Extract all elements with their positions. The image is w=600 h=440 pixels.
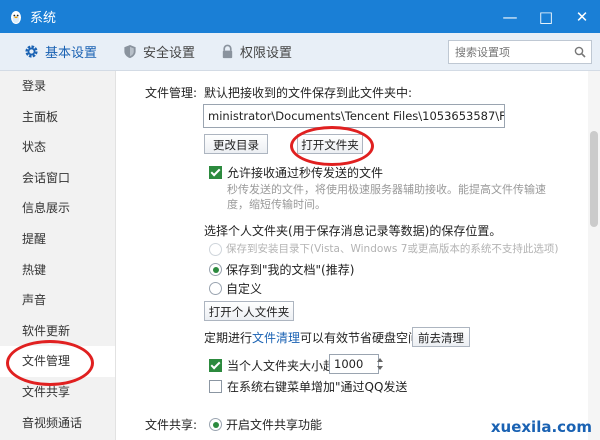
tab-security-settings[interactable]: 安全设置 xyxy=(113,33,205,70)
shield-icon xyxy=(124,44,136,59)
enable-file-sharing-label: 开启文件共享功能 xyxy=(226,418,323,432)
receive-folder-path-field[interactable]: ministrator\Documents\Tencent Files\1053… xyxy=(203,104,505,128)
cleanup-prefix: 定期进行 xyxy=(204,331,253,345)
window-controls: — □ ✕ xyxy=(492,0,600,33)
go-cleanup-button[interactable]: 前去清理 xyxy=(412,327,470,347)
scrollbar-thumb[interactable] xyxy=(590,131,598,227)
context-menu-label: 在系统右键菜单增加"通过QQ发送 xyxy=(227,380,408,394)
sidebar-item-login[interactable]: 登录 xyxy=(0,71,115,102)
tab-label: 权限设置 xyxy=(240,46,293,61)
tab-label: 基本设置 xyxy=(45,46,98,61)
flash-transfer-description-line1: 秒传发送的文件，将使用极速服务器辅助接收。能提高文件传输速 xyxy=(227,183,546,196)
open-personal-folder-button[interactable]: 打开个人文件夹 xyxy=(204,301,294,321)
save-my-documents-radio[interactable] xyxy=(209,263,222,276)
content-scrollbar[interactable] xyxy=(588,71,600,440)
sidebar-item-sound[interactable]: 声音 xyxy=(0,285,115,316)
settings-tab-bar: 基本设置 安全设置 权限设置 xyxy=(0,33,600,71)
highlight-ellipse-open-folder xyxy=(290,126,374,166)
minimize-button[interactable]: — xyxy=(492,0,528,33)
change-directory-button[interactable]: 更改目录 xyxy=(204,134,268,154)
save-location-description: 默认把接收到的文件保存到此文件夹中: xyxy=(204,86,413,100)
size-limit-checkbox[interactable] xyxy=(209,359,222,372)
context-menu-checkbox[interactable] xyxy=(209,380,222,393)
save-install-dir-label: 保存到安装目录下(Vista、Windows 7或更高版本的系统不支持此选项) xyxy=(226,243,559,255)
tab-label: 安全设置 xyxy=(143,46,196,61)
allow-flash-transfer-label: 允许接收通过秒传发送的文件 xyxy=(227,166,384,180)
custom-location-radio[interactable] xyxy=(209,282,222,295)
window-title: 系统 xyxy=(30,11,57,26)
maximize-button[interactable]: □ xyxy=(528,0,564,33)
personal-folder-title: 选择个人文件夹(用于保存消息记录等数据)的保存位置。 xyxy=(204,224,502,238)
sidebar-item-chat-window[interactable]: 会话窗口 xyxy=(0,163,115,194)
sidebar-item-info-display[interactable]: 信息展示 xyxy=(0,193,115,224)
sidebar-item-main-panel[interactable]: 主面板 xyxy=(0,102,115,133)
tab-permission-settings[interactable]: 权限设置 xyxy=(211,33,302,70)
size-limit-stepper[interactable]: 1000 xyxy=(329,354,379,374)
flash-transfer-description-line2: 度，缩短传输时间。 xyxy=(227,198,326,211)
sidebar-item-av-call[interactable]: 音视频通话 xyxy=(0,408,115,439)
title-bar: 系统 — □ ✕ xyxy=(0,0,600,33)
search-input[interactable] xyxy=(449,44,567,60)
file-management-section-label: 文件管理: xyxy=(145,86,198,100)
custom-location-label: 自定义 xyxy=(226,282,263,296)
sidebar-item-hotkeys[interactable]: 热键 xyxy=(0,255,115,286)
search-box[interactable] xyxy=(448,40,592,64)
allow-flash-transfer-checkbox[interactable] xyxy=(209,166,222,179)
file-sharing-section-label: 文件共享: xyxy=(145,418,198,432)
tab-basic-settings[interactable]: 基本设置 xyxy=(14,33,107,70)
file-cleanup-hint: 定期进行文件清理可以有效节省硬盘空间。 xyxy=(204,329,432,346)
search-icon[interactable] xyxy=(574,46,586,58)
save-my-documents-label: 保存到"我的文档"(推荐) xyxy=(226,263,355,277)
sidebar-item-status[interactable]: 状态 xyxy=(0,132,115,163)
lock-icon xyxy=(222,44,233,59)
site-watermark: xuexila.com xyxy=(490,418,592,436)
save-install-dir-radio[interactable] xyxy=(209,243,222,256)
close-button[interactable]: ✕ xyxy=(564,0,600,33)
file-cleanup-link[interactable]: 文件清理 xyxy=(252,331,300,345)
qq-penguin-icon xyxy=(11,10,21,24)
enable-file-sharing-radio[interactable] xyxy=(209,418,222,431)
sidebar-item-reminders[interactable]: 提醒 xyxy=(0,224,115,255)
gear-icon xyxy=(25,45,38,58)
settings-content: 文件管理: 默认把接收到的文件保存到此文件夹中: ministrator\Doc… xyxy=(116,71,600,440)
highlight-ellipse-file-management xyxy=(6,340,94,386)
stepper-arrows-icon[interactable] xyxy=(376,356,384,372)
